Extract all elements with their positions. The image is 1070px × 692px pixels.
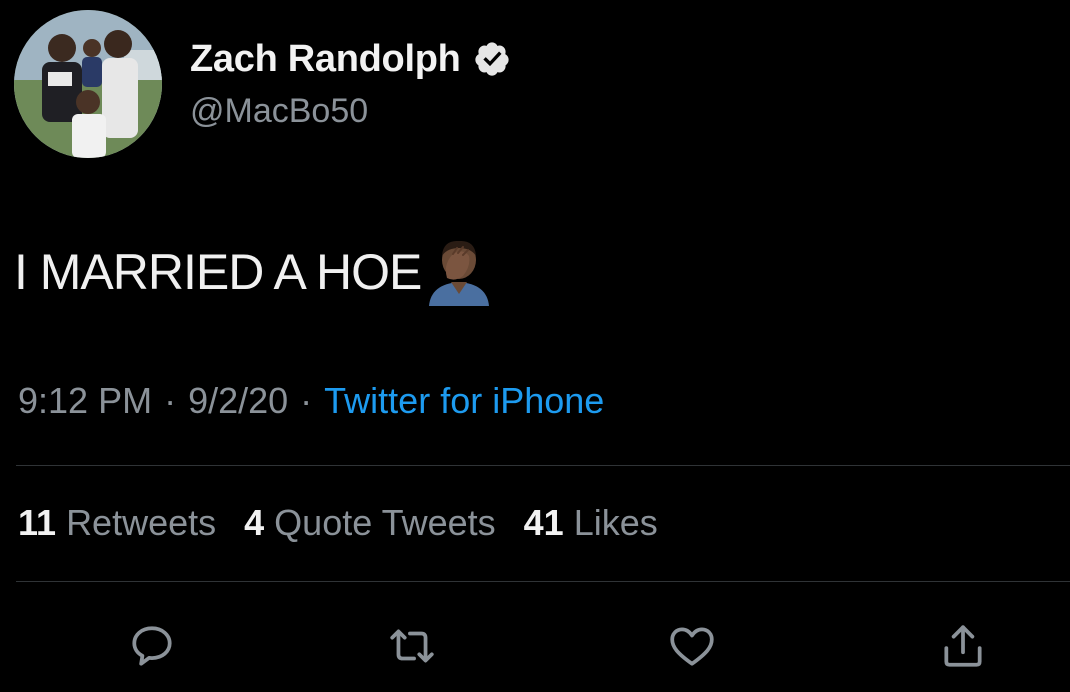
meta-separator: · [300,380,313,421]
divider [16,465,1070,466]
retweets-count: 11 [18,502,57,543]
tweet: Zach Randolph @MacBo50 I MARRIED A HOE 9… [0,0,1070,692]
quote-tweets-label: Quote Tweets [274,502,496,543]
likes-label: Likes [573,502,658,543]
like-icon [670,627,714,666]
avatar[interactable] [14,10,162,158]
meta-separator: · [164,380,177,421]
author-name-row[interactable]: Zach Randolph [190,34,511,84]
retweet-icon [390,629,434,663]
retweets-label: Retweets [66,502,217,543]
quote-tweets-stat[interactable]: 4 Quote Tweets [244,502,496,544]
verified-badge-icon [474,42,509,76]
reply-button[interactable] [124,618,180,674]
author-handle[interactable]: @MacBo50 [190,92,368,131]
share-icon [944,625,982,667]
tweet-date[interactable]: 9/2/20 [188,380,288,422]
retweet-button[interactable] [384,618,440,674]
tweet-body: I MARRIED A HOE [14,232,495,306]
likes-stat[interactable]: 41 Likes [524,502,658,544]
display-name[interactable]: Zach Randolph [190,38,461,81]
tweet-text: I MARRIED A HOE [14,244,422,300]
divider [16,581,1070,582]
quote-tweets-count: 4 [244,502,265,543]
like-button[interactable] [664,618,720,674]
tweet-source-link[interactable]: Twitter for iPhone [324,380,604,422]
facepalm-emoji-icon [429,240,490,306]
likes-count: 41 [523,502,564,543]
reply-icon [132,626,172,666]
retweets-stat[interactable]: 11 Retweets [18,502,216,544]
tweet-meta: 9:12 PM · 9/2/20 · Twitter for iPhone [18,380,604,422]
tweet-time: 9:12 PM [18,380,153,421]
avatar-photo [14,10,162,158]
tweet-stats: 11 Retweets 4 Quote Tweets 41 Likes [18,502,686,544]
share-button[interactable] [935,618,991,674]
